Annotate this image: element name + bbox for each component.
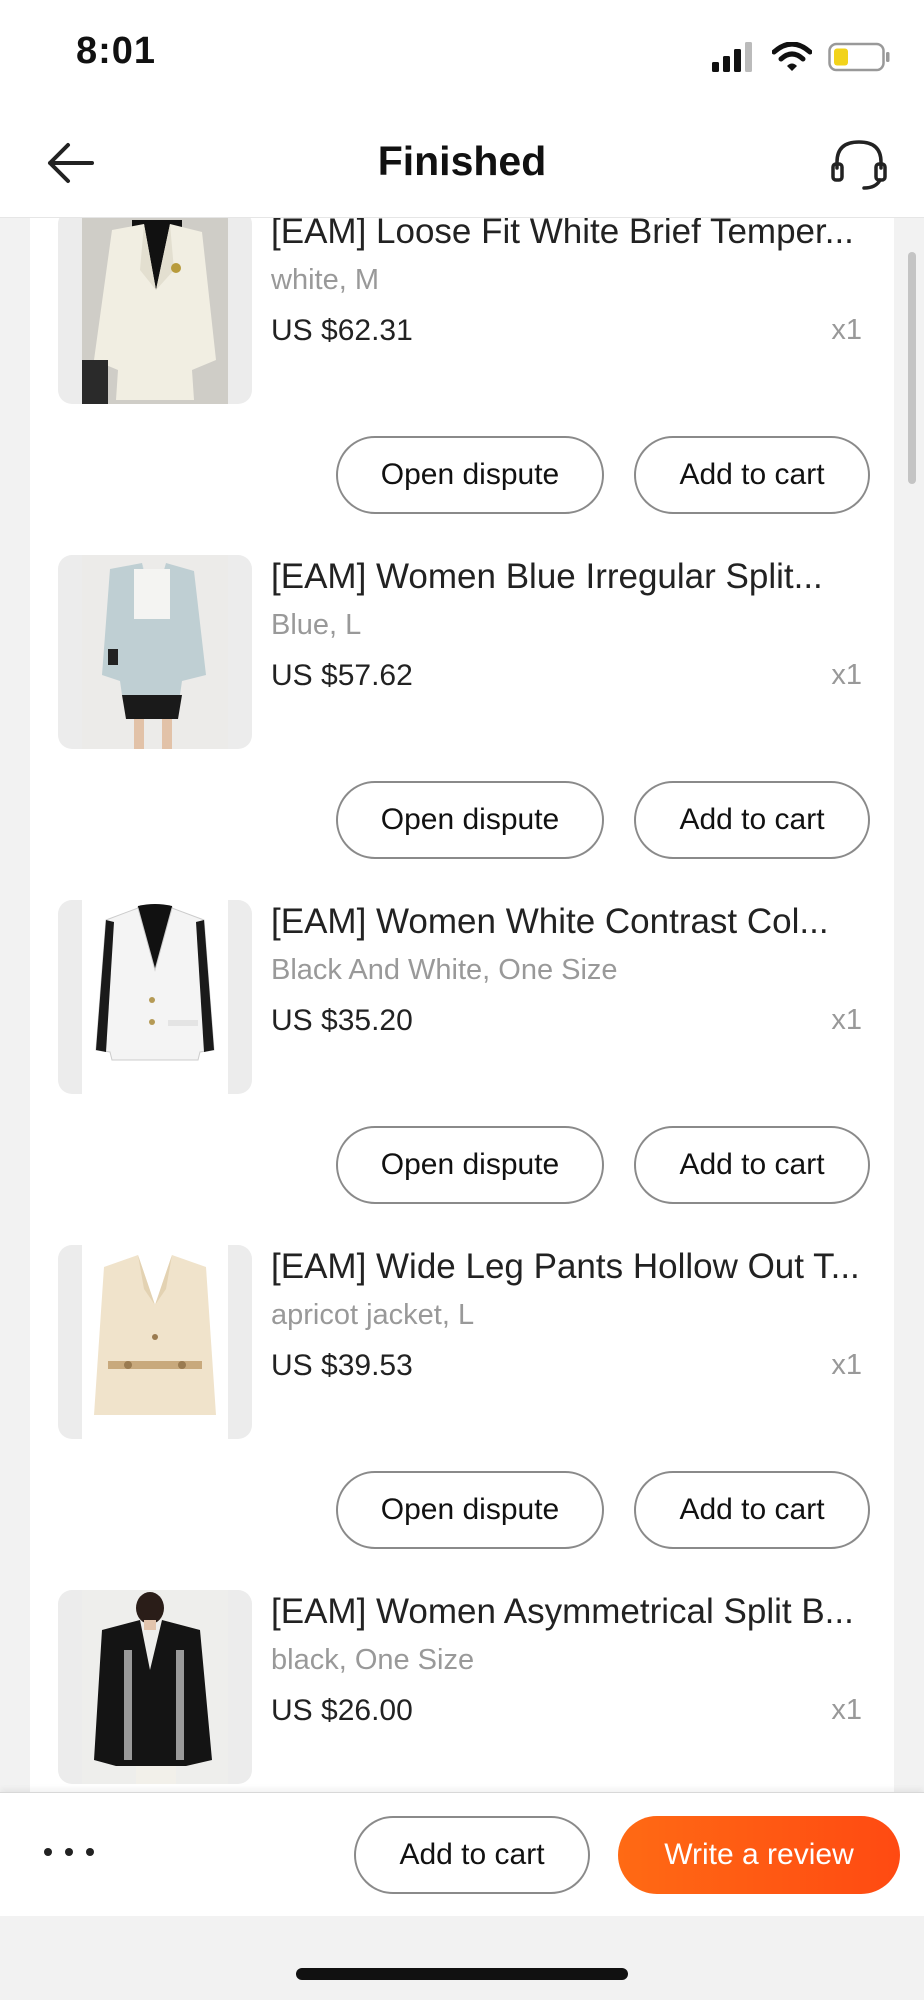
product-quantity: x1 xyxy=(831,1349,862,1381)
product-thumbnail[interactable] xyxy=(58,555,252,749)
product-price: US $35.20 xyxy=(271,1004,413,1037)
order-item: [EAM] Women Asymmetrical Split B... blac… xyxy=(30,1590,894,1792)
order-item: [EAM] Loose Fit White Brief Temper... wh… xyxy=(30,218,894,555)
add-to-cart-button[interactable]: Add to cart xyxy=(634,436,870,514)
white-blazer-image xyxy=(82,218,228,404)
status-icons xyxy=(712,40,890,74)
add-to-cart-button[interactable]: Add to cart xyxy=(634,1126,870,1204)
apricot-jacket-image xyxy=(82,1245,228,1439)
product-quantity: x1 xyxy=(831,1004,862,1036)
white-contrast-blazer-image xyxy=(82,900,228,1094)
open-dispute-button[interactable]: Open dispute xyxy=(336,1126,604,1204)
cellular-signal-icon xyxy=(712,42,752,72)
open-dispute-button[interactable]: Open dispute xyxy=(336,436,604,514)
bottom-add-to-cart-button[interactable]: Add to cart xyxy=(354,1816,590,1894)
product-title[interactable]: [EAM] Women Blue Irregular Split... xyxy=(271,557,871,597)
product-price: US $39.53 xyxy=(271,1349,413,1382)
product-price: US $57.62 xyxy=(271,659,413,692)
order-item: [EAM] Wide Leg Pants Hollow Out T... apr… xyxy=(30,1245,894,1590)
open-dispute-button[interactable]: Open dispute xyxy=(336,781,604,859)
product-title[interactable]: [EAM] Loose Fit White Brief Temper... xyxy=(271,218,871,252)
product-price: US $62.31 xyxy=(271,314,413,347)
black-blazer-image xyxy=(82,1590,228,1784)
order-item: [EAM] Women White Contrast Col... Black … xyxy=(30,900,894,1245)
order-item-list[interactable]: [EAM] Loose Fit White Brief Temper... wh… xyxy=(30,218,894,1792)
nav-bar: Finished xyxy=(0,112,924,218)
order-item: [EAM] Women Blue Irregular Split... Blue… xyxy=(30,555,894,900)
add-to-cart-button[interactable]: Add to cart xyxy=(634,781,870,859)
add-to-cart-button[interactable]: Add to cart xyxy=(634,1471,870,1549)
status-time: 8:01 xyxy=(76,30,157,72)
customer-service-headset-icon[interactable] xyxy=(830,136,888,192)
write-review-button[interactable]: Write a review xyxy=(618,1816,900,1894)
product-title[interactable]: [EAM] Wide Leg Pants Hollow Out T... xyxy=(271,1247,871,1287)
product-thumbnail[interactable] xyxy=(58,1245,252,1439)
product-variant: white, M xyxy=(271,264,379,296)
home-indicator[interactable] xyxy=(296,1968,628,1980)
product-thumbnail[interactable] xyxy=(58,218,252,404)
open-dispute-button[interactable]: Open dispute xyxy=(336,1471,604,1549)
page-title: Finished xyxy=(377,138,547,184)
product-title[interactable]: [EAM] Women White Contrast Col... xyxy=(271,902,871,942)
blue-blazer-image xyxy=(82,555,228,749)
product-title[interactable]: [EAM] Women Asymmetrical Split B... xyxy=(271,1592,871,1632)
product-quantity: x1 xyxy=(831,1694,862,1726)
status-bar: 8:01 xyxy=(0,0,924,112)
product-quantity: x1 xyxy=(831,659,862,691)
product-thumbnail[interactable] xyxy=(58,1590,252,1784)
product-variant: black, One Size xyxy=(271,1644,475,1676)
product-variant: Blue, L xyxy=(271,609,362,641)
scrollbar[interactable] xyxy=(908,252,916,484)
more-horizontal-icon[interactable] xyxy=(44,1837,94,1867)
product-variant: Black And White, One Size xyxy=(271,954,618,986)
product-quantity: x1 xyxy=(831,314,862,346)
wifi-icon xyxy=(772,42,812,71)
product-thumbnail[interactable] xyxy=(58,900,252,1094)
product-variant: apricot jacket, L xyxy=(271,1299,475,1331)
home-indicator-area xyxy=(0,1916,924,2000)
bottom-action-bar: Add to cart Write a review xyxy=(0,1792,924,1916)
product-price: US $26.00 xyxy=(271,1694,413,1727)
battery-icon xyxy=(828,42,890,72)
